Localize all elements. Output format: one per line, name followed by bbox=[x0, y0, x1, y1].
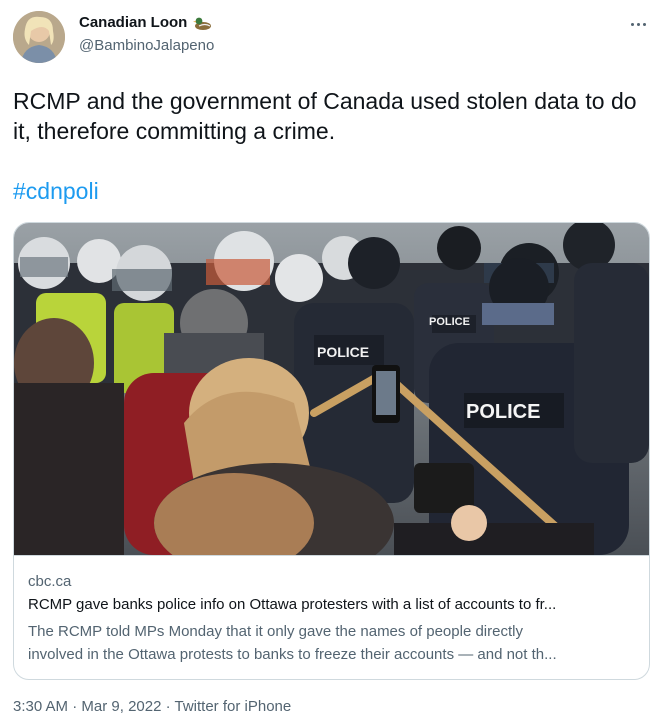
tweet-meta: 3:30 AM · Mar 9, 2022 · Twitter for iPho… bbox=[13, 698, 291, 715]
avatar[interactable] bbox=[13, 11, 65, 63]
card-title[interactable]: RCMP gave banks police info on Ottawa pr… bbox=[28, 596, 638, 613]
more-dot-icon bbox=[642, 22, 646, 26]
duck-emoji-icon bbox=[193, 15, 213, 31]
card-divider bbox=[14, 555, 649, 556]
tweet: Canadian Loon @BambinoJalapeno RCMP and … bbox=[0, 0, 670, 723]
card-domain: cbc.ca bbox=[28, 573, 72, 590]
more-dot-icon bbox=[630, 22, 634, 26]
card-description: The RCMP told MPs Monday that it only ga… bbox=[28, 620, 638, 666]
tweet-date: Mar 9, 2022 bbox=[81, 698, 162, 715]
police-vest-label: POLICE bbox=[317, 344, 369, 360]
display-name[interactable]: Canadian Loon bbox=[79, 14, 187, 31]
tweet-time-link[interactable]: 3:30 AM · Mar 9, 2022 bbox=[13, 698, 161, 715]
meta-separator: · bbox=[161, 698, 175, 715]
police-vest-label: POLICE bbox=[466, 401, 540, 423]
more-options-button[interactable] bbox=[622, 12, 654, 36]
tweet-text: RCMP and the government of Canada used s… bbox=[13, 88, 637, 144]
tweet-time: 3:30 AM bbox=[13, 698, 69, 715]
card-image[interactable]: POLICE POLICE POLICE bbox=[14, 223, 649, 555]
card-description-line: involved in the Ottawa protests to banks… bbox=[28, 646, 557, 663]
more-dot-icon bbox=[636, 22, 640, 26]
meta-separator: · bbox=[68, 698, 82, 715]
tweet-source-link[interactable]: Twitter for iPhone bbox=[175, 698, 292, 715]
author-handle[interactable]: @BambinoJalapeno bbox=[79, 37, 214, 54]
card-description-line: The RCMP told MPs Monday that it only ga… bbox=[28, 623, 523, 640]
police-vest-label: POLICE bbox=[429, 316, 470, 328]
hashtag-link[interactable]: #cdnpoli bbox=[13, 178, 99, 205]
link-card[interactable]: POLICE POLICE POLICE cbc.ca RCMP gave ba… bbox=[13, 222, 650, 680]
